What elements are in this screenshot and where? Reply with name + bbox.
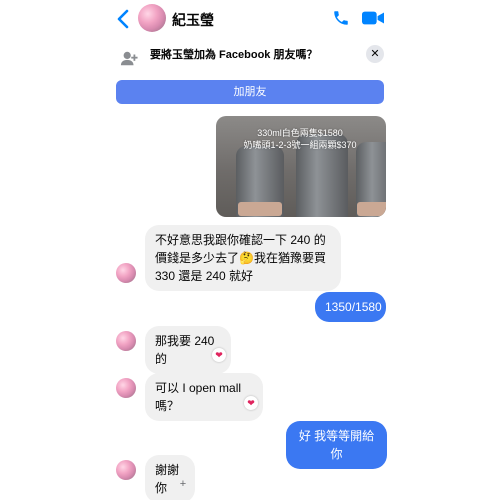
chat-header: 紀玉瑩: [0, 0, 500, 38]
video-camera-icon[interactable]: [362, 10, 384, 26]
bottle-cap-image: [238, 202, 282, 216]
contact-name[interactable]: 紀玉瑩: [172, 10, 214, 30]
incoming-message[interactable]: 謝謝你: [145, 455, 195, 500]
outgoing-message[interactable]: 好 我等等開給你: [286, 421, 387, 469]
add-reaction-icon[interactable]: +: [176, 478, 190, 492]
contact-avatar[interactable]: [138, 4, 166, 32]
contact-avatar[interactable]: [116, 331, 136, 351]
bottle-cap-image: [357, 202, 386, 216]
close-banner-button[interactable]: ✕: [366, 45, 384, 63]
incoming-message[interactable]: 不好意思我跟你確認一下 240 的價錢是多少去了🤔我在猶豫要買 330 還是 2…: [145, 225, 341, 291]
add-friend-button[interactable]: 加朋友: [116, 80, 384, 104]
heart-reaction-icon[interactable]: ❤: [212, 348, 226, 362]
back-chevron-icon[interactable]: [116, 9, 130, 29]
heart-reaction-icon[interactable]: ❤: [244, 396, 258, 410]
product-photo[interactable]: 330ml白色兩隻$1580 奶嘴頭1-2-3號一組兩顆$370: [216, 116, 386, 217]
phone-icon[interactable]: [332, 9, 350, 27]
contact-avatar[interactable]: [116, 263, 136, 283]
friend-request-prompt: 要將玉瑩加為 Facebook 朋友嗎？: [150, 49, 318, 61]
photo-caption-line2: 奶嘴頭1-2-3號一組兩顆$370: [243, 140, 357, 150]
contact-avatar[interactable]: [116, 460, 136, 480]
add-person-icon: [120, 51, 138, 66]
contact-avatar[interactable]: [116, 378, 136, 398]
outgoing-message[interactable]: 1350/1580: [315, 292, 386, 322]
